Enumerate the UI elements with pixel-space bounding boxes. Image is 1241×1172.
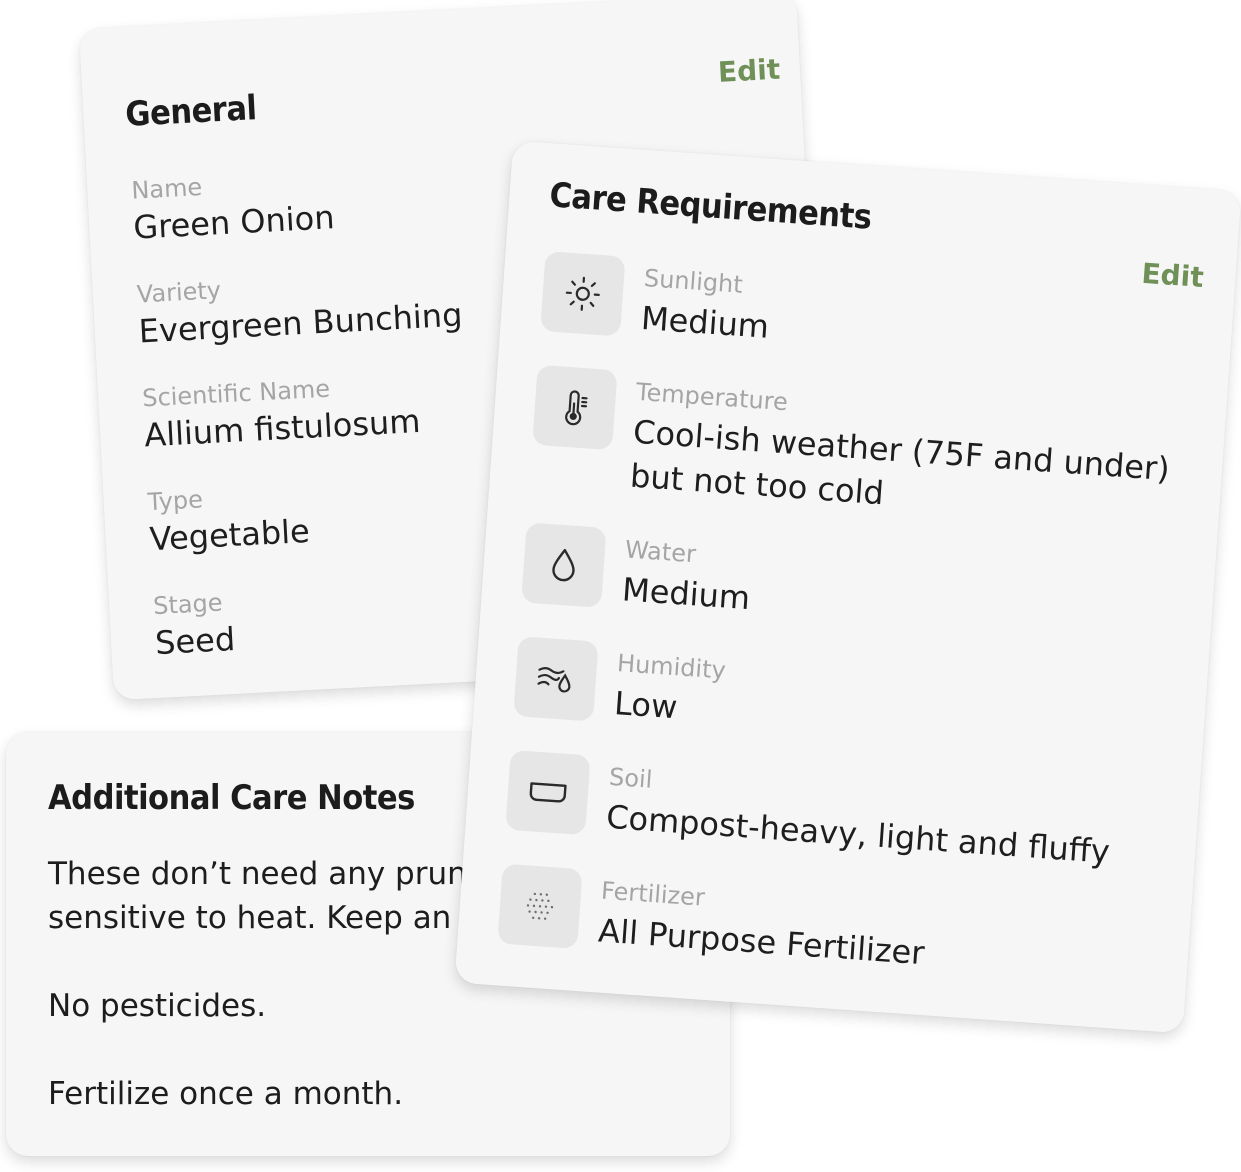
fertilizer-dots-icon: [497, 863, 583, 949]
care-item-text: Humidity Low: [613, 649, 1157, 762]
care-item-temperature: Temperature Cool-ish weather (75F and un…: [532, 364, 1176, 512]
general-edit-link[interactable]: Edit: [717, 53, 781, 89]
care-item-text: Fertilizer All Purpose Fertilizer: [597, 877, 1141, 990]
care-item-text: Sunlight Medium: [640, 264, 1184, 377]
care-edit-link[interactable]: Edit: [1140, 257, 1204, 294]
field-label: Type: [147, 485, 204, 517]
care-item-text: Water Medium: [621, 535, 1165, 648]
field-value: Vegetable: [148, 511, 311, 559]
care-item-text: Soil Compost-heavy, light and fluffy: [605, 763, 1149, 876]
humidity-icon: [513, 636, 599, 722]
thermometer-icon: [532, 364, 618, 451]
note-line: Fertilize once a month.: [48, 1076, 404, 1112]
field-variety: Variety Evergreen Bunching: [136, 264, 463, 350]
care-item-soil: Soil Compost-heavy, light and fluffy: [505, 749, 1149, 871]
field-value: Seed: [154, 619, 237, 663]
care-item-text: Temperature Cool-ish weather (75F and un…: [629, 378, 1176, 535]
field-name: Name Green Onion: [131, 166, 336, 247]
care-item-fertilizer: Fertilizer All Purpose Fertilizer: [497, 863, 1141, 972]
care-title: Care Requirements: [548, 175, 873, 238]
field-value: Green Onion: [132, 198, 336, 247]
field-scientific-name: Scientific Name Allium fistulosum: [142, 370, 422, 455]
field-label: Stage: [152, 588, 224, 621]
notes-title: Additional Care Notes: [48, 778, 415, 818]
sun-icon: [540, 251, 626, 337]
care-requirements-card: Care Requirements Edit Sunlight Medium T…: [454, 140, 1241, 1034]
soil-pot-icon: [505, 749, 591, 836]
care-item-humidity: Humidity Low: [513, 636, 1157, 726]
field-type: Type Vegetable: [147, 480, 311, 558]
care-item-water: Water Medium: [521, 522, 1165, 617]
general-title: General: [124, 88, 258, 135]
water-drop-icon: [521, 522, 607, 608]
care-item-sunlight: Sunlight Medium: [540, 251, 1184, 346]
field-stage: Stage Seed: [152, 588, 237, 663]
